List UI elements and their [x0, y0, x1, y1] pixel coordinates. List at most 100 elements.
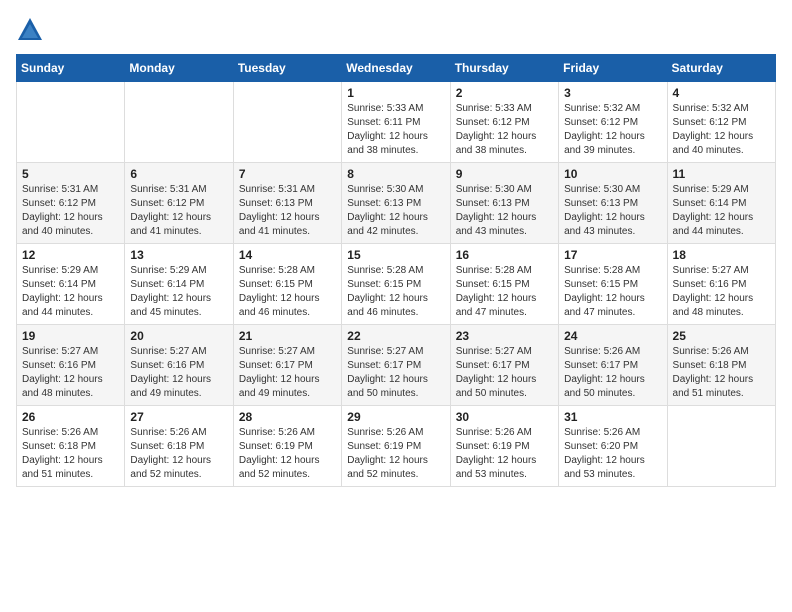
day-number: 17: [564, 248, 661, 262]
calendar-cell: 1Sunrise: 5:33 AM Sunset: 6:11 PM Daylig…: [342, 82, 450, 163]
calendar-cell: 19 Sunrise: 5:27 AM Sunset: 6:16 PM Dayli…: [17, 325, 125, 406]
calendar-cell: 20Sunrise: 5:27 AM Sunset: 6:16 PM Dayli…: [125, 325, 233, 406]
day-info: Sunrise: 5:31 AM Sunset: 6:12 PM Dayligh…: [22, 183, 119, 239]
day-info: Sunrise: 5:28 AM Sunset: 6:15 PM Dayligh…: [456, 264, 553, 320]
calendar-cell: 28 Sunrise: 5:26 AM Sunset: 6:19 PM Dayli…: [233, 406, 341, 487]
calendar-cell: 16 Sunrise: 5:28 AM Sunset: 6:15 PM Dayli…: [450, 244, 558, 325]
day-info: Sunrise: 5:26 AM Sunset: 6:19 PM Dayligh…: [347, 426, 444, 482]
day-number: 31: [564, 410, 661, 424]
page-header: [16, 16, 776, 44]
calendar-cell: 10Sunrise: 5:30 AM Sunset: 6:13 PM Dayli…: [559, 163, 667, 244]
day-number: 24: [564, 329, 661, 343]
calendar-cell: 17 Sunrise: 5:28 AM Sunset: 6:15 PM Dayli…: [559, 244, 667, 325]
day-number: 2: [456, 86, 553, 100]
calendar-cell: 8 Sunrise: 5:30 AM Sunset: 6:13 PM Daylig…: [342, 163, 450, 244]
day-number: 7: [239, 167, 336, 181]
day-info: Sunrise: 5:26 AM Sunset: 6:19 PM Dayligh…: [239, 426, 336, 482]
day-number: 4: [673, 86, 770, 100]
calendar-cell: 31 Sunrise: 5:26 AM Sunset: 6:20 PM Dayli…: [559, 406, 667, 487]
day-info: Sunrise: 5:33 AM Sunset: 6:12 PM Dayligh…: [456, 102, 553, 158]
logo: [16, 16, 48, 44]
day-info: Sunrise: 5:26 AM Sunset: 6:19 PM Dayligh…: [456, 426, 553, 482]
day-number: 21: [239, 329, 336, 343]
day-info: Sunrise: 5:30 AM Sunset: 6:13 PM Dayligh…: [347, 183, 444, 239]
calendar-cell: 15 Sunrise: 5:28 AM Sunset: 6:15 PM Dayli…: [342, 244, 450, 325]
day-number: 18: [673, 248, 770, 262]
calendar-week-row: 5 Sunrise: 5:31 AM Sunset: 6:12 PM Daylig…: [17, 163, 776, 244]
logo-icon: [16, 16, 44, 44]
day-number: 20: [130, 329, 227, 343]
day-info: Sunrise: 5:26 AM Sunset: 6:20 PM Dayligh…: [564, 426, 661, 482]
weekday-header: Thursday: [450, 55, 558, 82]
calendar-cell: 11 Sunrise: 5:29 AM Sunset: 6:14 PM Dayli…: [667, 163, 775, 244]
day-info: Sunrise: 5:28 AM Sunset: 6:15 PM Dayligh…: [347, 264, 444, 320]
calendar-table: SundayMondayTuesdayWednesdayThursdayFrid…: [16, 54, 776, 487]
calendar-cell: 30 Sunrise: 5:26 AM Sunset: 6:19 PM Dayli…: [450, 406, 558, 487]
calendar-cell: 25 Sunrise: 5:26 AM Sunset: 6:18 PM Dayli…: [667, 325, 775, 406]
calendar-cell: [233, 82, 341, 163]
day-info: Sunrise: 5:27 AM Sunset: 6:16 PM Dayligh…: [673, 264, 770, 320]
day-number: 29: [347, 410, 444, 424]
calendar-cell: 6 Sunrise: 5:31 AM Sunset: 6:12 PM Daylig…: [125, 163, 233, 244]
day-number: 23: [456, 329, 553, 343]
day-info: Sunrise: 5:27 AM Sunset: 6:17 PM Dayligh…: [456, 345, 553, 401]
day-info: Sunrise: 5:26 AM Sunset: 6:18 PM Dayligh…: [673, 345, 770, 401]
day-info: Sunrise: 5:27 AM Sunset: 6:17 PM Dayligh…: [239, 345, 336, 401]
calendar-cell: 26 Sunrise: 5:26 AM Sunset: 6:18 PM Dayli…: [17, 406, 125, 487]
day-info: Sunrise: 5:32 AM Sunset: 6:12 PM Dayligh…: [673, 102, 770, 158]
day-number: 6: [130, 167, 227, 181]
day-number: 3: [564, 86, 661, 100]
calendar-cell: 4 Sunrise: 5:32 AM Sunset: 6:12 PM Daylig…: [667, 82, 775, 163]
calendar-week-row: 19 Sunrise: 5:27 AM Sunset: 6:16 PM Dayli…: [17, 325, 776, 406]
weekday-header: Saturday: [667, 55, 775, 82]
calendar-cell: 22Sunrise: 5:27 AM Sunset: 6:17 PM Dayli…: [342, 325, 450, 406]
calendar-cell: [667, 406, 775, 487]
day-number: 22: [347, 329, 444, 343]
calendar-cell: 3 Sunrise: 5:32 AM Sunset: 6:12 PM Daylig…: [559, 82, 667, 163]
calendar-cell: 5 Sunrise: 5:31 AM Sunset: 6:12 PM Daylig…: [17, 163, 125, 244]
day-info: Sunrise: 5:30 AM Sunset: 6:13 PM Dayligh…: [456, 183, 553, 239]
calendar-cell: 7 Sunrise: 5:31 AM Sunset: 6:13 PM Daylig…: [233, 163, 341, 244]
weekday-header: Friday: [559, 55, 667, 82]
day-number: 28: [239, 410, 336, 424]
day-number: 26: [22, 410, 119, 424]
day-number: 15: [347, 248, 444, 262]
calendar-cell: [17, 82, 125, 163]
day-number: 13: [130, 248, 227, 262]
day-number: 1: [347, 86, 444, 100]
day-info: Sunrise: 5:29 AM Sunset: 6:14 PM Dayligh…: [130, 264, 227, 320]
day-number: 30: [456, 410, 553, 424]
calendar-cell: 29 Sunrise: 5:26 AM Sunset: 6:19 PM Dayli…: [342, 406, 450, 487]
calendar-week-row: 12 Sunrise: 5:29 AM Sunset: 6:14 PM Dayli…: [17, 244, 776, 325]
weekday-header: Wednesday: [342, 55, 450, 82]
day-info: Sunrise: 5:29 AM Sunset: 6:14 PM Dayligh…: [22, 264, 119, 320]
day-number: 19: [22, 329, 119, 343]
day-number: 16: [456, 248, 553, 262]
day-info: Sunrise: 5:26 AM Sunset: 6:17 PM Dayligh…: [564, 345, 661, 401]
day-info: Sunrise: 5:31 AM Sunset: 6:13 PM Dayligh…: [239, 183, 336, 239]
calendar-week-row: 26 Sunrise: 5:26 AM Sunset: 6:18 PM Dayli…: [17, 406, 776, 487]
calendar-cell: 14Sunrise: 5:28 AM Sunset: 6:15 PM Dayli…: [233, 244, 341, 325]
day-number: 25: [673, 329, 770, 343]
day-number: 12: [22, 248, 119, 262]
calendar-cell: [125, 82, 233, 163]
day-number: 11: [673, 167, 770, 181]
day-number: 8: [347, 167, 444, 181]
day-number: 9: [456, 167, 553, 181]
calendar-cell: 12 Sunrise: 5:29 AM Sunset: 6:14 PM Dayli…: [17, 244, 125, 325]
calendar-cell: 27Sunrise: 5:26 AM Sunset: 6:18 PM Dayli…: [125, 406, 233, 487]
day-number: 5: [22, 167, 119, 181]
calendar-cell: 21 Sunrise: 5:27 AM Sunset: 6:17 PM Dayli…: [233, 325, 341, 406]
day-info: Sunrise: 5:27 AM Sunset: 6:16 PM Dayligh…: [22, 345, 119, 401]
calendar-cell: 2 Sunrise: 5:33 AM Sunset: 6:12 PM Daylig…: [450, 82, 558, 163]
day-info: Sunrise: 5:31 AM Sunset: 6:12 PM Dayligh…: [130, 183, 227, 239]
weekday-header-row: SundayMondayTuesdayWednesdayThursdayFrid…: [17, 55, 776, 82]
day-number: 10: [564, 167, 661, 181]
day-info: Sunrise: 5:32 AM Sunset: 6:12 PM Dayligh…: [564, 102, 661, 158]
day-info: Sunrise: 5:26 AM Sunset: 6:18 PM Dayligh…: [22, 426, 119, 482]
day-info: Sunrise: 5:28 AM Sunset: 6:15 PM Dayligh…: [564, 264, 661, 320]
day-number: 14: [239, 248, 336, 262]
calendar-cell: 24 Sunrise: 5:26 AM Sunset: 6:17 PM Dayli…: [559, 325, 667, 406]
weekday-header: Monday: [125, 55, 233, 82]
day-info: Sunrise: 5:29 AM Sunset: 6:14 PM Dayligh…: [673, 183, 770, 239]
